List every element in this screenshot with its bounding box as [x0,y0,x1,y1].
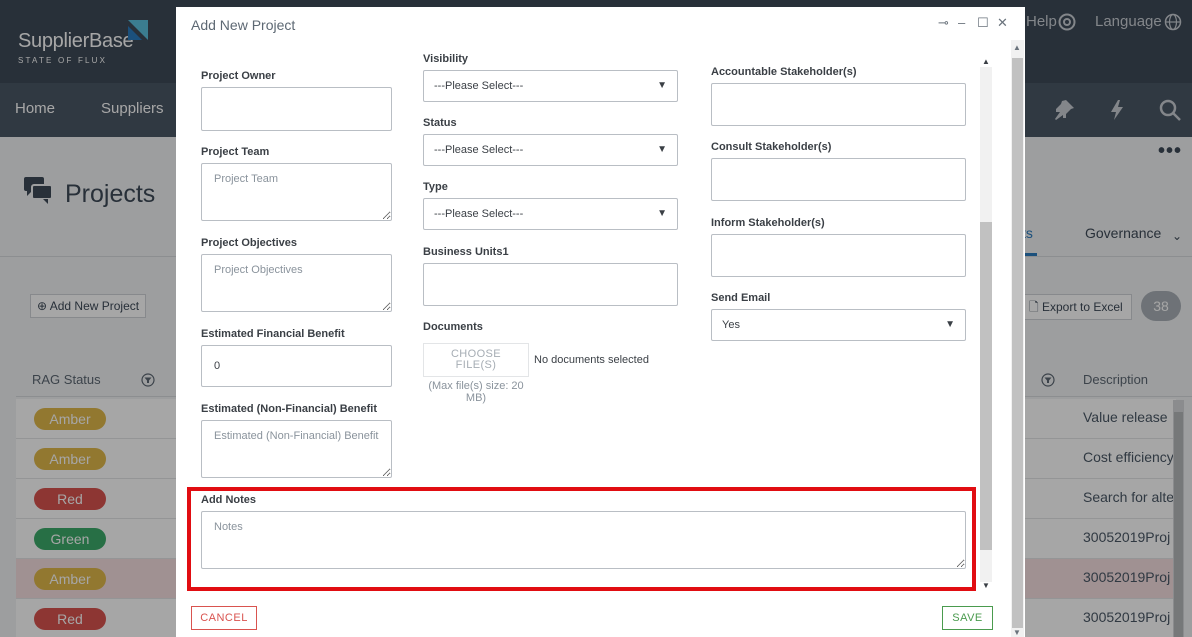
project-team-label: Project Team [201,146,270,158]
documents-label: Documents [423,321,483,333]
project-owner-input[interactable] [201,87,392,131]
scroll-up-icon[interactable]: ▲ [1013,43,1021,52]
accountable-stakeholders-label: Accountable Stakeholder(s) [711,66,857,78]
dialog-scrollbar-thumb[interactable] [1012,58,1023,628]
close-icon[interactable]: ✕ [997,15,1008,31]
project-objectives-textarea[interactable] [201,254,392,312]
estimated-financial-benefit-label: Estimated Financial Benefit [201,328,345,340]
minimize-icon[interactable]: – [958,15,965,30]
maximize-icon[interactable]: ☐ [977,15,989,31]
status-label: Status [423,117,457,129]
inform-stakeholders-picker[interactable] [711,234,966,277]
form-scrollbar-thumb[interactable] [980,222,992,550]
project-team-textarea[interactable] [201,163,392,221]
choose-files-button[interactable]: CHOOSE FILE(S) [423,343,529,377]
project-owner-label: Project Owner [201,70,276,82]
dropdown-arrow-icon: ▼ [657,144,667,155]
form-scrollbar[interactable]: ▲ ▼ [980,57,992,592]
estimated-non-financial-benefit-label: Estimated (Non-Financial) Benefit [201,403,378,415]
business-units-picker[interactable] [423,263,678,306]
scroll-down-icon[interactable]: ▼ [1013,628,1021,637]
estimated-non-financial-benefit-textarea[interactable] [201,420,392,478]
business-units-label: Business Units1 [423,246,509,258]
project-objectives-label: Project Objectives [201,237,297,249]
status-value: ---Please Select--- [434,144,524,156]
no-documents-text: No documents selected [534,354,649,366]
send-email-label: Send Email [711,292,771,304]
status-select[interactable]: ---Please Select--- ▼ [423,134,678,166]
visibility-select[interactable]: ---Please Select--- ▼ [423,70,678,102]
dialog-scrollbar[interactable]: ▲ ▼ [1011,40,1024,637]
type-label: Type [423,181,448,193]
estimated-financial-benefit-input[interactable] [201,345,392,387]
visibility-value: ---Please Select--- [434,80,524,92]
consult-stakeholders-picker[interactable] [711,158,966,201]
type-value: ---Please Select--- [434,208,524,220]
consult-stakeholders-label: Consult Stakeholder(s) [711,141,832,153]
scroll-up-icon[interactable]: ▲ [982,57,990,66]
save-button[interactable]: SAVE [942,606,993,630]
send-email-value: Yes [722,319,740,331]
max-file-size-text: (Max file(s) size: 20 MB) [428,380,524,404]
type-select[interactable]: ---Please Select--- ▼ [423,198,678,230]
cancel-button[interactable]: CANCEL [191,606,257,630]
send-email-select[interactable]: Yes ▼ [711,309,966,341]
dropdown-arrow-icon: ▼ [657,80,667,91]
accountable-stakeholders-picker[interactable] [711,83,966,126]
choose-files-label-2: FILE(S) [455,359,497,371]
dialog-title: Add New Project [191,17,296,33]
notes-highlight-annotation [187,487,976,591]
dropdown-arrow-icon: ▼ [945,319,955,330]
dropdown-arrow-icon: ▼ [657,208,667,219]
visibility-label: Visibility [423,53,469,65]
add-new-project-dialog: Add New Project ⊸ – ☐ ✕ Project Owner Pr… [176,7,1025,637]
pin-window-icon[interactable]: ⊸ [938,15,949,31]
inform-stakeholders-label: Inform Stakeholder(s) [711,217,825,229]
scroll-down-icon[interactable]: ▼ [982,581,990,590]
